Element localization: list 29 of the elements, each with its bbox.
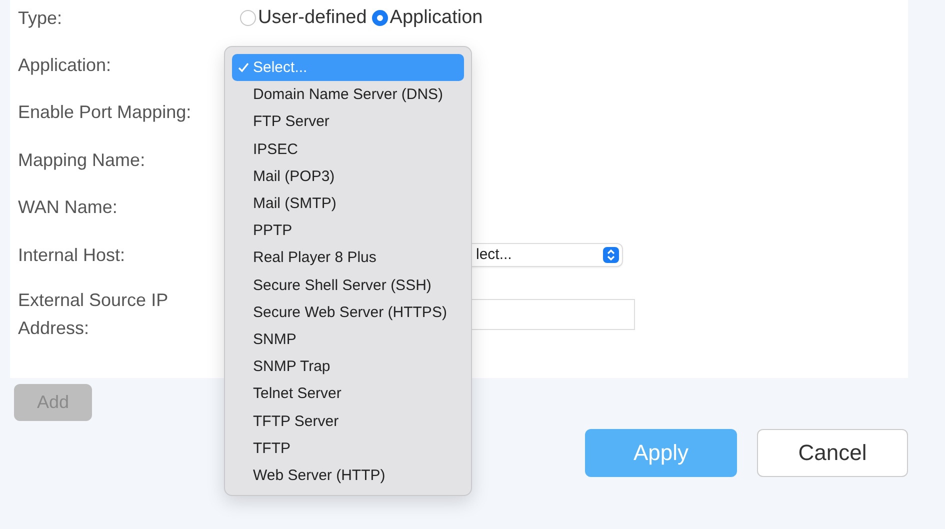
menu-item[interactable]: TFTP	[232, 434, 464, 462]
menu-item[interactable]: IPSEC	[232, 136, 464, 163]
menu-item[interactable]: Secure Web Server (HTTPS)	[232, 298, 464, 326]
menu-item[interactable]: PPTP	[232, 217, 464, 244]
radio-label: Application	[390, 6, 483, 29]
field-label: Application:	[18, 54, 112, 78]
menu-item[interactable]: Domain Name Server (DNS)	[232, 81, 464, 108]
radio-button[interactable]	[372, 10, 388, 26]
field-label: Type:	[18, 6, 64, 30]
field-label: WAN Name:	[18, 196, 118, 220]
field-label: Mapping Name:	[18, 148, 146, 172]
cancel-button[interactable]: Cancel	[757, 429, 908, 478]
radio-button[interactable]	[240, 10, 256, 26]
menu-item[interactable]: Secure Shell Server (SSH)	[232, 272, 464, 299]
menu-item[interactable]: SNMP	[232, 326, 464, 354]
menu-item[interactable]: Mail (SMTP)	[232, 190, 464, 218]
menu-item[interactable]: Telnet Server	[232, 380, 464, 408]
menu-item[interactable]: FTP Server	[232, 108, 464, 136]
field-label: Enable Port Mapping:	[18, 101, 192, 124]
menu-item[interactable]: TFTP Server	[232, 407, 464, 435]
menu-item[interactable]: Real Player 8 Plus	[232, 244, 464, 272]
menu-item[interactable]: Web Server (HTTP)	[232, 462, 464, 489]
menu-item[interactable]: SNMP Trap	[232, 353, 464, 380]
radio-option[interactable]: Application	[372, 6, 483, 29]
menu-item[interactable]: Mail (POP3)	[232, 162, 464, 190]
check-icon	[238, 62, 249, 73]
stepper-icon	[603, 246, 619, 263]
field-label: Internal Host:	[18, 244, 126, 267]
field-label: External Source IP Address:	[18, 289, 169, 340]
